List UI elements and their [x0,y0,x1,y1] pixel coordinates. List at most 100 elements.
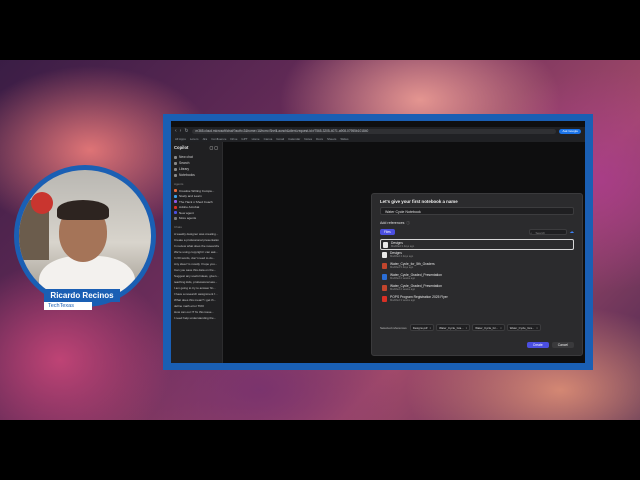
selected-reference-chip[interactable]: Water_Cycle_for... × [472,324,505,331]
agent-item[interactable]: The Hack n Shed Coach [174,199,219,205]
bookmark-item[interactable]: Docs [316,137,323,141]
agent-label: Creative Writing Compa... [179,188,215,193]
forward-icon[interactable]: › [180,128,182,134]
chip-label: Designs.pdf [412,325,428,330]
helmet-decoration [31,192,53,214]
file-text: Designs Modified 3 days ago [391,241,414,248]
bookmark-item[interactable]: Gmail [276,137,284,141]
agent-icon [174,205,177,209]
nav-item-icon [174,173,177,177]
chip-label: Water_Cycle_Gra... [439,325,464,330]
info-icon[interactable]: ⓘ [406,220,409,225]
agent-label: New agent [179,210,194,215]
file-search-input[interactable]: ⌕ Search [528,229,567,235]
file-text: Water_Cycle_Graded_Presentation Modified … [390,273,442,280]
agent-label: The Hack n Shed Coach [179,199,213,204]
search-placeholder: Search [535,231,546,235]
file-type-icon [382,285,387,291]
sidebar-nav-label: Search [179,161,190,165]
chats-header: Chats [174,225,182,229]
sidebar-controls-icon[interactable]: ▢▢ [209,145,219,150]
agent-icon [174,216,177,220]
remove-chip-icon[interactable]: × [500,326,502,330]
sidebar-nav-label: Library [179,167,190,171]
create-button[interactable]: Create [526,342,549,348]
back-icon[interactable]: ‹ [175,128,177,134]
file-row[interactable]: Designs Modified 3 days ago [380,239,574,250]
agents-header: Agents [174,182,184,186]
nav-item-icon [174,155,177,159]
selected-references-label: Selected references [380,325,407,330]
bookmark-item[interactable]: All Apps [175,137,186,141]
remove-chip-icon[interactable]: × [536,326,538,330]
bookmark-item[interactable]: Home [252,137,260,141]
presenter-nameplate: Ricardo Recinos TechTexas [44,289,120,310]
agent-label: Adobe Acrobat [179,205,200,210]
file-row[interactable]: Designs Modified 4 days ago [380,250,574,261]
chip-label: Water_Cycle_Gra... [509,325,535,330]
file-row[interactable]: POPS Program Registration 2025 Flyer Modi… [380,294,574,305]
screen-share-frame: ‹ › ↻ m365.cloud.microsoft/chat/?auth=2&… [163,114,593,370]
file-type-icon [383,242,388,248]
bookmark-item[interactable]: Drive [230,137,237,141]
bookmark-item[interactable]: Lorem [190,137,199,141]
copilot-sidebar: Copilot ▢▢ New chat Search Library Notebook… [171,142,223,363]
address-bar[interactable]: m365.cloud.microsoft/chat/?auth=2&home=1… [191,128,557,134]
bookmark-item[interactable]: Sheets [327,137,336,141]
bookmarks-bar: All Apps Lorem Jira Confluence Drive GPT Home C… [171,135,585,142]
agent-item[interactable]: More agents [174,216,219,222]
file-type-icon [382,252,387,258]
cancel-button[interactable]: Cancel [551,342,574,348]
file-meta: Modified 3 days ago [391,245,415,249]
create-notebook-dialog: Let's give your first notebook a name Wa… [371,193,583,356]
files-tab[interactable]: Files [380,229,395,235]
notebook-name-input[interactable]: Water Cycle Notebook [380,207,574,215]
file-meta: Modified 2 weeks ago [390,288,416,292]
bookmark-item[interactable]: Calendar [288,137,300,141]
selected-references: Selected references Designs.pdf × Water_Cy… [380,324,574,331]
reload-icon[interactable]: ↻ [184,128,188,134]
dialog-actions: Create Cancel [526,342,574,348]
bookmark-item[interactable]: Jira [202,137,207,141]
bookmark-item[interactable]: Notes [304,137,312,141]
chat-history-item[interactable]: I need help understanding the... [174,315,219,321]
remove-chip-icon[interactable]: × [466,326,468,330]
agent-item[interactable]: Creative Writing Compa... [174,188,219,194]
presenter-hair [57,200,109,220]
add-references-label: Add references [380,220,405,225]
presenter-subtitle: TechTexas [44,302,92,310]
sidebar-nav-item[interactable]: Notebooks [174,172,219,178]
selected-reference-chip[interactable]: Designs.pdf × [409,324,435,331]
sidebar-nav-label: Notebooks [179,173,195,177]
file-meta: Modified 4 days ago [390,255,414,259]
file-text: Water_Cycle_for_5th_Graders Modified 5 da… [390,262,435,269]
bookmark-item[interactable]: GPT [241,137,247,141]
onedrive-cloud-icon[interactable]: ☁ [570,229,575,235]
bookmark-item[interactable]: Slides [340,137,348,141]
agent-icon [174,200,177,204]
selected-reference-chip[interactable]: Water_Cycle_Gra... × [436,324,471,331]
main-area: Let's give your first notebook a name Wa… [223,142,585,363]
webcam-video [19,170,151,302]
file-type-icon [382,296,387,302]
bookmark-item[interactable]: Canva [264,137,273,141]
file-meta: Modified 3 weeks ago [390,299,416,303]
agent-icon [174,194,177,198]
agent-icon [174,189,177,193]
search-icon: ⌕ [530,231,533,235]
sidebar-nav-label: New chat [179,155,193,159]
file-row[interactable]: Water_Cycle_Graded_Presentation Modified … [380,283,574,294]
bookmark-item[interactable]: Confluence [211,137,226,141]
selected-reference-chip[interactable]: Water_Cycle_Gra... × [506,324,541,331]
file-row[interactable]: Water_Cycle_Graded_Presentation Modified … [380,272,574,283]
agent-icon [174,211,177,215]
agent-label: Study and Learn [179,194,202,199]
browser-window: ‹ › ↻ m365.cloud.microsoft/chat/?auth=2&… [171,121,585,363]
remove-chip-icon[interactable]: × [429,326,431,330]
nav-item-icon [174,161,177,165]
profile-pill[interactable]: Ask Google [559,128,581,134]
file-type-icon [382,274,387,280]
presenter-webcam [14,165,156,307]
agent-label: More agents [179,216,197,221]
file-row[interactable]: Water_Cycle_for_5th_Graders Modified 5 da… [380,261,574,272]
